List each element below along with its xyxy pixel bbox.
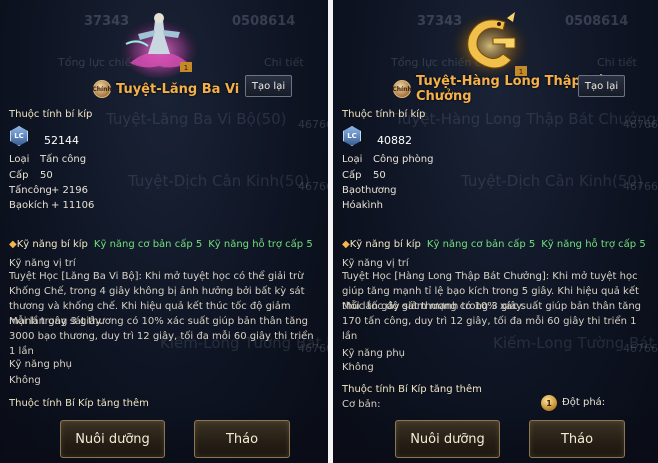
svg-text:1: 1 — [184, 64, 188, 72]
bg-list-item: Tuyệt-Hàng Long Thập Bát Chưởng(50) — [395, 110, 658, 128]
sub-skill-heading: Kỹ năng phụ — [342, 348, 406, 359]
skill-emblem-icon: 1 — [452, 12, 528, 78]
bg-list-item: Tuyệt-Dịch Cân Kinh(50) — [461, 172, 643, 190]
skill-tabs: ◆Kỹ năng bí kíp Kỹ năng cơ bản cấp 5 Kỹ nă… — [342, 239, 646, 250]
left-skill-detail-panel: 37343 0508614 Tổng lực chiến công Chi ti… — [0, 0, 328, 463]
right-skill-detail-panel: 37343 0508614 Tổng lực chiến công Chi ti… — [333, 0, 658, 463]
stat-dissolve-label: Hóakình — [342, 200, 384, 211]
tab-basic-skill[interactable]: Kỹ năng cơ bản cấp 5 — [94, 239, 202, 250]
reset-button[interactable]: Tạo lại — [245, 75, 292, 97]
stat-crit-value: + 11106 — [51, 200, 95, 211]
stat-type-label: Loại — [342, 154, 363, 165]
bg-list-value: 46766 — [298, 118, 328, 131]
skill-emblem-icon: 1 — [121, 13, 197, 78]
tab-support-skill[interactable]: Kỹ năng hỗ trợ cấp 5 — [541, 239, 645, 250]
bg-list-value: 46766 — [298, 180, 328, 193]
power-score: 52144 — [44, 134, 79, 147]
bg-list-value: 46766 — [623, 118, 658, 131]
bg-list-item: Tuyệt-Lăng Ba Vi Bộ(50) — [106, 110, 287, 128]
bg-power-value: 0508614 — [565, 14, 629, 29]
power-score: 40882 — [377, 134, 412, 147]
stat-type-label: Loại — [9, 154, 30, 165]
skill-title: Tuyệt-Lăng Ba Vi Bộ — [116, 81, 263, 97]
tab-main-skill[interactable]: Kỹ năng bí kíp — [17, 239, 88, 250]
reset-button[interactable]: Tạo lại — [578, 75, 625, 97]
diamond-bullet-icon: ◆ — [342, 239, 350, 250]
bg-list-item: Tuyệt-Dịch Cân Kinh(50) — [128, 172, 310, 190]
stat-attack-value: + 2196 — [51, 185, 89, 196]
attributes-heading: Thuộc tính bí kíp — [342, 109, 426, 120]
position-skill-proc-description: Mỗi lần gây sát thương có 10% xác suất g… — [342, 301, 642, 342]
stat-level-value: 50 — [40, 170, 53, 181]
skill-tabs: ◆Kỹ năng bí kíp Kỹ năng cơ bản cấp 5 Kỹ nă… — [9, 239, 313, 250]
stat-level-label: Cấp — [342, 170, 362, 181]
sub-skill-value: Không — [342, 362, 374, 373]
skill-title-row: Chính Tuyệt-Lăng Ba Vi Bộ — [92, 79, 263, 99]
lc-power-icon: LC — [10, 126, 28, 146]
bg-details-link: Chi tiết — [597, 56, 637, 69]
attributes-heading: Thuộc tính bí kíp — [9, 109, 93, 120]
nurture-button[interactable]: Nuôi dưỡng — [395, 420, 500, 458]
diamond-bullet-icon: ◆ — [9, 239, 17, 250]
stat-level-label: Cấp — [9, 170, 29, 181]
rank-badge-icon: Chính — [92, 80, 112, 98]
screenshot-stage: 37343 0508614 Tổng lực chiến công Chi ti… — [0, 0, 658, 463]
rank-badge-icon: Chính — [392, 80, 412, 98]
position-skill-proc-description: Mỗi lần gây sát thương có 10% xác suất g… — [9, 316, 314, 357]
sub-skill-heading: Kỹ năng phụ — [9, 359, 73, 370]
stat-crit-damage-label: Bạothương — [342, 185, 397, 196]
tab-main-skill[interactable]: Kỹ năng bí kíp — [350, 239, 421, 250]
tab-support-skill[interactable]: Kỹ năng hỗ trợ cấp 5 — [208, 239, 312, 250]
bg-list-value: 46766 — [623, 180, 658, 193]
stat-attack-label: Tấncông — [9, 185, 52, 196]
stat-level-value: 50 — [373, 170, 386, 181]
bg-details-link: Chi tiết — [264, 56, 304, 69]
bg-power-value: 0508614 — [232, 14, 296, 29]
remove-button[interactable]: Tháo — [529, 420, 625, 458]
stat-type-value: Công phòng — [373, 154, 434, 165]
stat-crit-label: Bạokích — [9, 200, 49, 211]
nurture-button[interactable]: Nuôi dưỡng — [60, 420, 165, 458]
sub-skill-value: Không — [9, 375, 41, 386]
tab-basic-skill[interactable]: Kỹ năng cơ bản cấp 5 — [427, 239, 535, 250]
extra-attributes-heading: Thuộc tính Bí Kíp tăng thêm — [342, 384, 482, 395]
remove-button[interactable]: Tháo — [194, 420, 290, 458]
lc-power-icon: LC — [343, 126, 361, 146]
stat-type-value: Tấn công — [40, 154, 87, 165]
